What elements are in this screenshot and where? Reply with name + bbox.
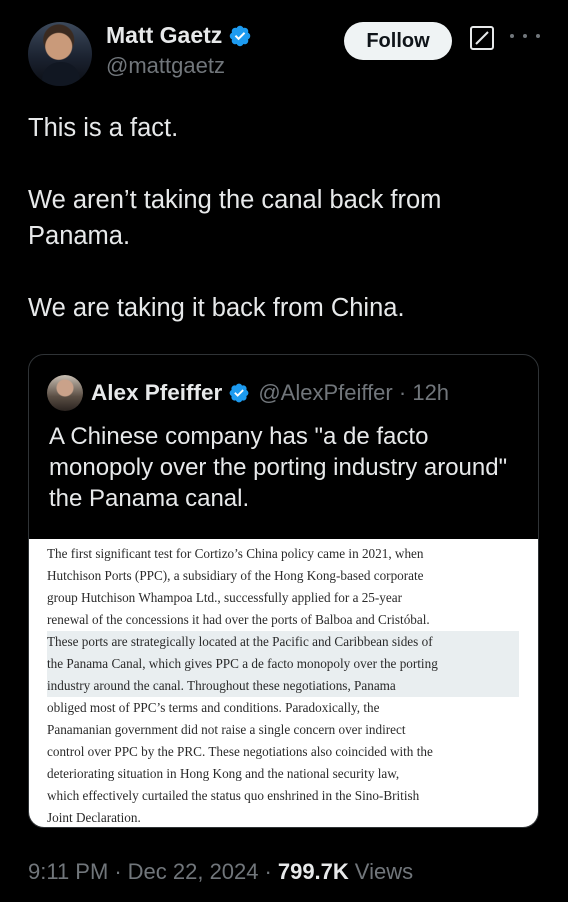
dot xyxy=(510,34,514,38)
follow-button[interactable]: Follow xyxy=(344,22,452,60)
more-options-icon[interactable] xyxy=(510,24,540,48)
article-line: obliged most of PPC’s terms and conditio… xyxy=(47,700,380,715)
footer-separator: · xyxy=(114,859,122,884)
tweet-line-2: We aren’t taking the canal back from Pan… xyxy=(28,186,442,250)
tweet-text: This is a fact. We aren’t taking the can… xyxy=(28,110,538,326)
quote-header: Alex Pfeiffer @AlexPfeiffer · 12h xyxy=(47,375,449,411)
quote-meta: @AlexPfeiffer · 12h xyxy=(258,380,449,406)
article-line-highlighted: industry around the canal. Throughout th… xyxy=(47,675,519,697)
article-line: deteriorating situation in Hong Kong and… xyxy=(47,766,400,781)
verified-badge-icon xyxy=(230,25,251,46)
article-line: group Hutchison Whampoa Ltd., successful… xyxy=(47,590,402,605)
quote-image[interactable]: The first significant test for Cortizo’s… xyxy=(29,539,538,827)
quote-author-handle: @AlexPfeiffer xyxy=(258,380,393,405)
tweet-date[interactable]: Dec 22, 2024 xyxy=(128,859,259,885)
article-line: which effectively curtailed the status q… xyxy=(47,788,420,803)
article-line: control over PPC by the PRC. These negot… xyxy=(47,744,433,759)
article-line: The first significant test for Cortizo’s… xyxy=(47,546,424,561)
article-line: renewal of the concessions it had over t… xyxy=(47,612,430,627)
tweet-line-1: This is a fact. xyxy=(28,114,179,142)
quote-author-name: Alex Pfeiffer xyxy=(91,380,223,405)
views-count: 799.7K xyxy=(277,859,349,884)
article-line-highlighted: These ports are strategically located at… xyxy=(47,631,519,653)
article-line: Hutchison Ports (PPC), a subsidiary of t… xyxy=(47,568,424,583)
tweet-header: Matt Gaetz @mattgaetz Follow xyxy=(28,20,548,90)
article-excerpt: The first significant test for Cortizo’s… xyxy=(47,543,519,827)
dot xyxy=(523,34,527,38)
quote-separator: · xyxy=(398,380,407,405)
dot xyxy=(536,34,540,38)
quote-time: 12h xyxy=(412,380,450,405)
author-handle[interactable]: @mattgaetz xyxy=(106,53,252,79)
author-info: Matt Gaetz @mattgaetz xyxy=(106,22,252,79)
tweet-footer: 9:11 PM · Dec 22, 2024 · 799.7K Views xyxy=(28,857,413,887)
tweet-time[interactable]: 9:11 PM xyxy=(28,859,108,885)
quoted-tweet[interactable]: Alex Pfeiffer @AlexPfeiffer · 12h A Chin… xyxy=(28,354,539,828)
article-line-highlighted: the Panama Canal, which gives PPC a de f… xyxy=(47,653,519,675)
views-label: Views xyxy=(354,859,414,884)
quote-author-avatar xyxy=(47,375,83,411)
article-line: Panamanian government did not raise a si… xyxy=(47,722,406,737)
author-name-row: Matt Gaetz xyxy=(106,22,252,49)
author-name[interactable]: Matt Gaetz xyxy=(106,22,222,49)
verified-badge-icon xyxy=(229,383,249,403)
grok-icon[interactable] xyxy=(470,26,494,50)
author-avatar[interactable] xyxy=(28,22,92,86)
footer-separator: · xyxy=(264,859,272,884)
article-line: Joint Declaration. xyxy=(47,810,141,825)
quote-text: A Chinese company has "a de facto monopo… xyxy=(49,423,508,512)
tweet-line-3: We are taking it back from China. xyxy=(28,294,405,322)
